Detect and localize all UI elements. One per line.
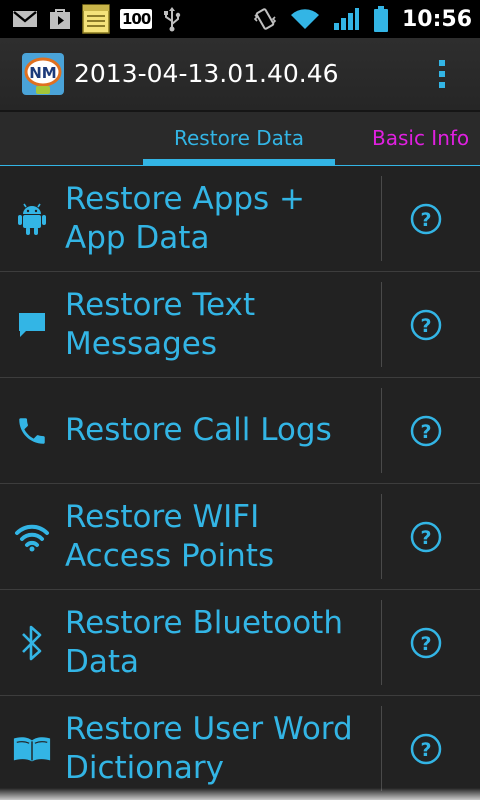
app-icon[interactable]: NM <box>22 53 64 95</box>
notes-icon <box>82 4 110 34</box>
page-title: 2013-04-13.01.40.46 <box>74 59 339 88</box>
row-divider <box>381 706 382 791</box>
bluetooth-icon <box>12 590 52 695</box>
list-item-label: Restore Bluetooth Data <box>65 604 343 680</box>
tab-strip: Restore Data Basic Info <box>0 110 480 168</box>
system-icons: 10:56 <box>252 4 472 34</box>
overflow-menu-icon[interactable] <box>424 56 460 92</box>
list-item-label: Restore Text Messages <box>65 286 256 362</box>
scroll-edge-fade <box>0 788 480 800</box>
help-button-restore-dictionary[interactable]: ? <box>410 733 442 765</box>
list-item-restore-wifi[interactable]: Restore WIFI Access Points ? <box>0 484 480 590</box>
status-bar: 100 10:56 <box>0 0 480 38</box>
help-button-restore-bluetooth[interactable]: ? <box>410 627 442 659</box>
list-item-label: Restore Apps + App Data <box>65 180 306 256</box>
list-item-label: Restore User Word Dictionary <box>65 710 353 786</box>
help-icon: ? <box>410 627 442 659</box>
cell-signal-icon <box>332 7 360 31</box>
help-button-restore-text-messages[interactable]: ? <box>410 309 442 341</box>
row-divider <box>381 388 382 473</box>
action-bar: NM 2013-04-13.01.40.46 <box>0 38 480 110</box>
book-icon <box>12 696 52 800</box>
phone-icon <box>12 378 52 483</box>
svg-text:?: ? <box>420 739 431 761</box>
row-divider <box>381 176 382 261</box>
clock: 10:56 <box>401 6 472 32</box>
gmail-icon <box>12 9 38 29</box>
battery-percent: 100 <box>120 9 153 29</box>
list-item-restore-call-logs[interactable]: Restore Call Logs ? <box>0 378 480 484</box>
battery-level-badge: 100 <box>120 9 153 29</box>
list-item-label: Restore Call Logs <box>65 412 332 448</box>
row-divider <box>381 494 382 579</box>
usb-icon <box>162 6 182 32</box>
tab-basic-info[interactable]: Basic Info <box>372 112 469 164</box>
restore-options-list: Restore Apps + App Data ? Restore Text M… <box>0 166 480 800</box>
help-button-restore-call-logs[interactable]: ? <box>410 415 442 447</box>
svg-text:?: ? <box>420 527 431 549</box>
help-icon: ? <box>410 309 442 341</box>
svg-text:?: ? <box>420 421 431 443</box>
list-item-label: Restore WIFI Access Points <box>65 498 275 574</box>
list-item-restore-text-messages[interactable]: Restore Text Messages ? <box>0 272 480 378</box>
wifi-signal-icon <box>290 7 320 31</box>
wifi-icon <box>12 484 52 589</box>
row-divider <box>381 282 382 367</box>
svg-text:?: ? <box>420 633 431 655</box>
vibrate-icon <box>252 6 278 32</box>
list-item-restore-bluetooth[interactable]: Restore Bluetooth Data ? <box>0 590 480 696</box>
play-store-icon <box>48 7 72 31</box>
list-item-restore-apps[interactable]: Restore Apps + App Data ? <box>0 166 480 272</box>
app-icon-text: NM <box>29 64 56 82</box>
tab-label: Restore Data <box>174 126 304 150</box>
help-button-restore-wifi[interactable]: ? <box>410 521 442 553</box>
list-item-restore-dictionary[interactable]: Restore User Word Dictionary ? <box>0 696 480 800</box>
notification-icons: 100 <box>12 4 182 34</box>
tab-label: Basic Info <box>372 126 470 150</box>
svg-text:?: ? <box>420 209 431 231</box>
help-icon: ? <box>410 415 442 447</box>
message-icon <box>12 272 52 377</box>
battery-icon <box>372 5 390 33</box>
screen: 100 10:56 NM 2013-04-13.01.40.46 Restore… <box>0 0 480 800</box>
help-icon: ? <box>410 203 442 235</box>
tab-restore-data[interactable]: Restore Data <box>143 112 335 168</box>
row-divider <box>381 600 382 685</box>
help-icon: ? <box>410 733 442 765</box>
android-icon <box>12 166 52 271</box>
help-icon: ? <box>410 521 442 553</box>
help-button-restore-apps[interactable]: ? <box>410 203 442 235</box>
svg-text:?: ? <box>420 315 431 337</box>
